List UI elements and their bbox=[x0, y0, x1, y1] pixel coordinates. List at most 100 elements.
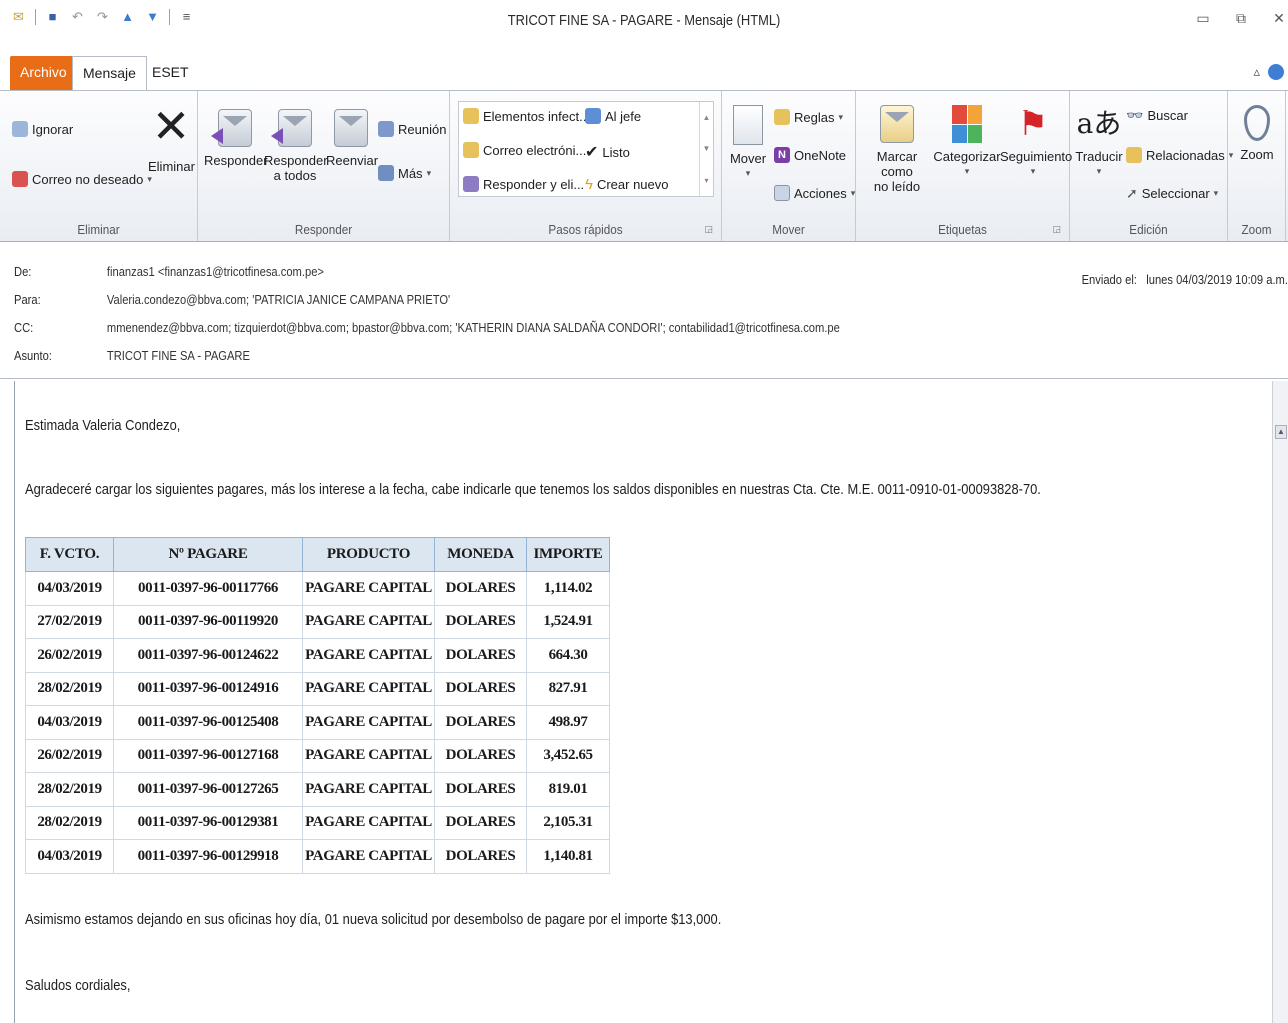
pagares-table: F. VCTO. Nº PAGARE PRODUCTO MONEDA IMPOR… bbox=[25, 537, 610, 874]
tab-archivo[interactable]: Archivo bbox=[10, 56, 77, 90]
reglas-button[interactable]: Reglas ▾ bbox=[774, 109, 843, 125]
dropdown-arrow-icon: ▾ bbox=[426, 167, 432, 178]
help-icon[interactable] bbox=[1268, 64, 1284, 80]
undo-icon[interactable]: ↶ bbox=[69, 8, 86, 25]
sent-label: Enviado el: bbox=[1081, 272, 1137, 287]
ignore-icon bbox=[12, 121, 28, 137]
ignorar-button[interactable]: Ignorar bbox=[12, 121, 73, 137]
quick-steps-scroll[interactable]: ▲ ▼ ▾ bbox=[699, 102, 713, 196]
expand-gallery-icon[interactable]: ▾ bbox=[704, 176, 708, 185]
scroll-up-icon[interactable]: ▲ bbox=[1275, 425, 1287, 439]
table-cell: PAGARE CAPITAL bbox=[302, 839, 435, 874]
reenviar-button[interactable]: Reenviar bbox=[326, 109, 378, 168]
onenote-button[interactable]: N OneNote bbox=[774, 147, 846, 163]
quick-step-correo-electronico[interactable]: Correo electróni... bbox=[463, 142, 586, 158]
meeting-icon bbox=[378, 121, 394, 137]
correo-no-deseado-button[interactable]: Correo no deseado ▾ bbox=[12, 171, 152, 187]
quick-step-al-jefe[interactable]: Al jefe bbox=[585, 108, 641, 124]
seguimiento-button[interactable]: ⚑ Seguimiento ▾ bbox=[1000, 105, 1072, 179]
minimize-icon[interactable]: ▭ bbox=[1194, 10, 1212, 27]
minimize-ribbon-icon[interactable]: ▵ bbox=[1253, 64, 1260, 80]
table-cell: DOLARES bbox=[434, 571, 527, 606]
scroll-up-icon[interactable]: ▲ bbox=[703, 113, 711, 122]
table-cell: 0011-0397-96-00129918 bbox=[113, 839, 303, 874]
translate-icon: aあ bbox=[1076, 107, 1122, 140]
table-cell: DOLARES bbox=[434, 638, 527, 673]
scroll-down-icon[interactable]: ▼ bbox=[703, 144, 711, 153]
lightning-icon: ϟ bbox=[585, 176, 593, 193]
relacionadas-button[interactable]: Relacionadas ▾ bbox=[1126, 147, 1233, 163]
table-row: 28/02/2019 0011-0397-96-00127265 PAGARE … bbox=[25, 772, 610, 807]
dropdown-arrow-icon: ▾ bbox=[1213, 188, 1219, 198]
table-cell: 0011-0397-96-00125408 bbox=[113, 705, 303, 740]
eliminar-button[interactable]: ✕ Eliminar bbox=[148, 103, 195, 174]
quick-steps-gallery: Elementos infect... Al jefe Correo elect… bbox=[458, 101, 714, 197]
save-icon[interactable]: ■ bbox=[44, 8, 61, 25]
group-label-zoom: Zoom bbox=[1241, 222, 1272, 237]
dropdown-arrow-icon: ▾ bbox=[850, 187, 856, 198]
binoculars-icon: 👓 bbox=[1126, 107, 1144, 123]
dropdown-arrow-icon: ▾ bbox=[838, 111, 843, 122]
vertical-scrollbar[interactable]: ▲ bbox=[1272, 381, 1288, 1023]
to-value[interactable]: Valeria.condezo@bbva.com; 'PATRICIA JANI… bbox=[107, 292, 450, 307]
cc-value[interactable]: mmenendez@bbva.com; tizquierdot@bbva.com… bbox=[107, 320, 840, 335]
group-zoom: Zoom Zoom bbox=[1228, 91, 1286, 241]
mail-icon[interactable]: ✉ bbox=[10, 8, 27, 25]
col-header-fvcto: F. VCTO. bbox=[25, 537, 114, 572]
more-respond-icon bbox=[378, 165, 394, 181]
reply-all-icon bbox=[271, 109, 312, 147]
title-bar: ✉ ■ ↶ ↷ ▲ ▼ ≡ TRICOT FINE SA - PAGARE - … bbox=[0, 0, 1288, 56]
table-cell: 819.01 bbox=[526, 772, 610, 807]
close-icon[interactable]: ✕ bbox=[1270, 10, 1288, 27]
seleccionar-button[interactable]: ➚ Seleccionar ▾ bbox=[1126, 185, 1218, 202]
table-row: 28/02/2019 0011-0397-96-00129381 PAGARE … bbox=[25, 805, 610, 840]
quick-step-elementos-infect[interactable]: Elementos infect... bbox=[463, 108, 590, 124]
dropdown-arrow-icon: ▾ bbox=[147, 173, 152, 184]
cc-label: CC: bbox=[14, 320, 34, 335]
dropdown-arrow-icon: ▾ bbox=[964, 166, 970, 176]
table-cell: 0011-0397-96-00124916 bbox=[113, 671, 303, 706]
quick-step-listo[interactable]: ✔ Listo bbox=[585, 142, 630, 162]
ribbon-right-controls: ▵ bbox=[1253, 64, 1284, 80]
table-cell: 0011-0397-96-00119920 bbox=[113, 604, 303, 639]
tab-mensaje[interactable]: Mensaje bbox=[72, 56, 147, 90]
related-icon bbox=[1126, 147, 1142, 163]
categorizar-button[interactable]: Categorizar ▾ bbox=[932, 105, 1002, 179]
team-email-icon bbox=[463, 142, 479, 158]
buscar-button[interactable]: 👓 Buscar bbox=[1126, 107, 1188, 124]
group-mover: Mover ▾ Reglas ▾ N OneNote Acciones ▾ Mo… bbox=[722, 91, 856, 241]
table-cell: 04/03/2019 bbox=[25, 839, 114, 874]
group-label-edicion: Edición bbox=[1129, 222, 1168, 237]
mas-button[interactable]: Más ▾ bbox=[378, 165, 431, 181]
paragraph-1: Agradeceré cargar los siguientes pagares… bbox=[25, 481, 1041, 498]
reunion-button[interactable]: Reunión bbox=[378, 121, 446, 137]
traducir-button[interactable]: aあ Traducir ▾ bbox=[1074, 105, 1124, 179]
table-cell: 04/03/2019 bbox=[25, 571, 114, 606]
table-cell: PAGARE CAPITAL bbox=[302, 705, 435, 740]
mover-button[interactable]: Mover ▾ bbox=[728, 105, 768, 181]
magnifier-icon bbox=[1244, 105, 1270, 141]
from-value[interactable]: finanzas1 <finanzas1@tricotfinesa.com.pe… bbox=[107, 264, 324, 279]
table-cell: DOLARES bbox=[434, 805, 527, 840]
responder-todos-button[interactable]: Responder a todos bbox=[264, 109, 328, 183]
tab-eset[interactable]: ESET bbox=[142, 56, 199, 90]
table-cell: 827.91 bbox=[526, 671, 610, 706]
reply-icon bbox=[211, 109, 252, 147]
group-etiquetas: Marcar como no leído Categorizar ▾ ⚑ Seg… bbox=[856, 91, 1072, 241]
dialog-launcher-icon[interactable]: ◲ bbox=[1052, 224, 1061, 235]
flag-icon: ⚑ bbox=[1017, 105, 1049, 143]
quick-step-crear-nuevo[interactable]: ϟ Crear nuevo bbox=[585, 176, 669, 193]
dialog-launcher-icon[interactable]: ◲ bbox=[704, 224, 713, 235]
dropdown-arrow-icon: ▾ bbox=[745, 168, 751, 178]
marcar-no-leido-button[interactable]: Marcar como no leído bbox=[860, 105, 934, 194]
zoom-button[interactable]: Zoom bbox=[1234, 105, 1280, 162]
col-header-importe: IMPORTE bbox=[526, 537, 610, 572]
quick-step-responder-eliminar[interactable]: Responder y eli... bbox=[463, 176, 584, 192]
group-label-responder: Responder bbox=[294, 222, 353, 237]
table-cell: 1,524.91 bbox=[526, 604, 610, 639]
group-label-etiquetas: Etiquetas bbox=[938, 222, 987, 237]
responder-button[interactable]: Responder bbox=[204, 109, 268, 168]
acciones-button[interactable]: Acciones ▾ bbox=[774, 185, 855, 201]
restore-icon[interactable]: ⧉ bbox=[1232, 10, 1250, 27]
from-row: De: finanzas1 <finanzas1@tricotfinesa.com… bbox=[14, 264, 324, 279]
